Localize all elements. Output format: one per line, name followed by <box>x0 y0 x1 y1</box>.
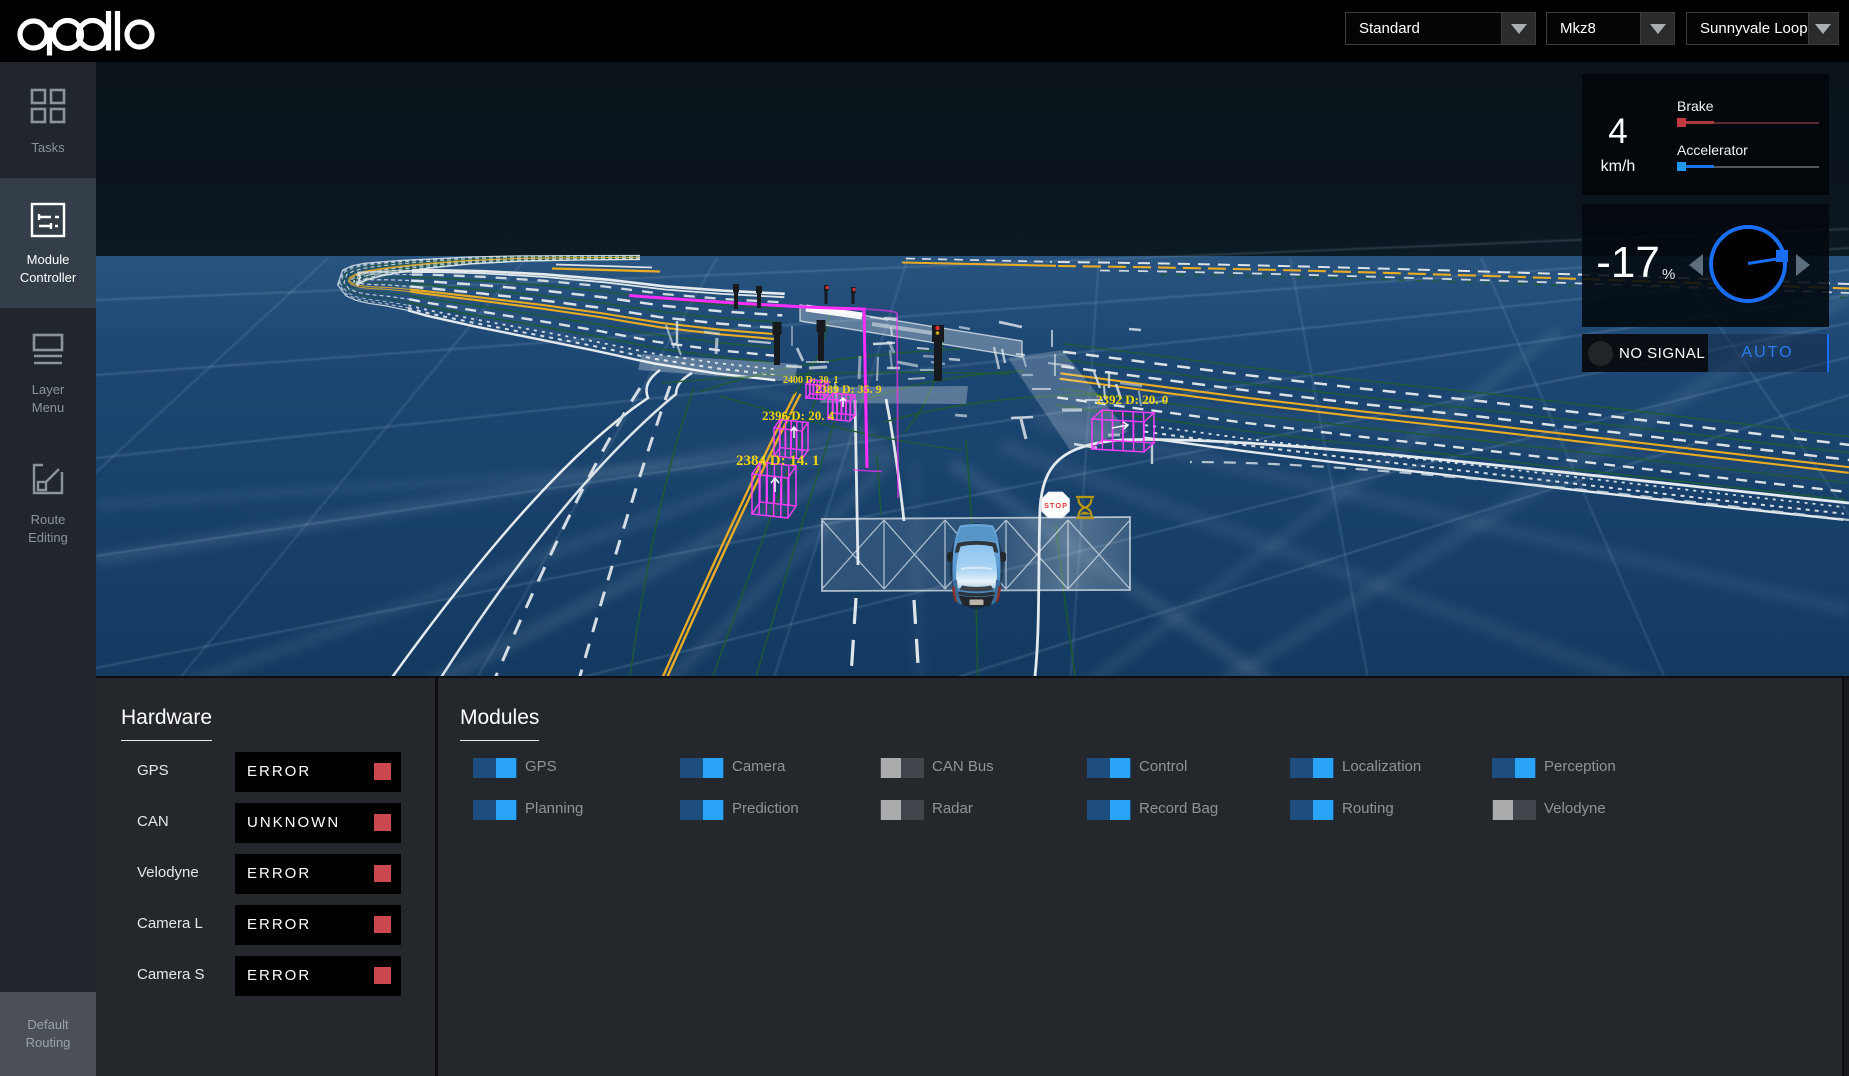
svg-text:2400 D: 30. 1: 2400 D: 30. 1 <box>783 375 839 386</box>
svg-text:2396 D: 20. 4: 2396 D: 20. 4 <box>762 408 835 423</box>
svg-text:2392 D: 20. 0: 2392 D: 20. 0 <box>1096 392 1168 407</box>
svg-text:STOP: STOP <box>1044 501 1067 510</box>
svg-text:2384 D: 14. 1: 2384 D: 14. 1 <box>736 453 819 469</box>
